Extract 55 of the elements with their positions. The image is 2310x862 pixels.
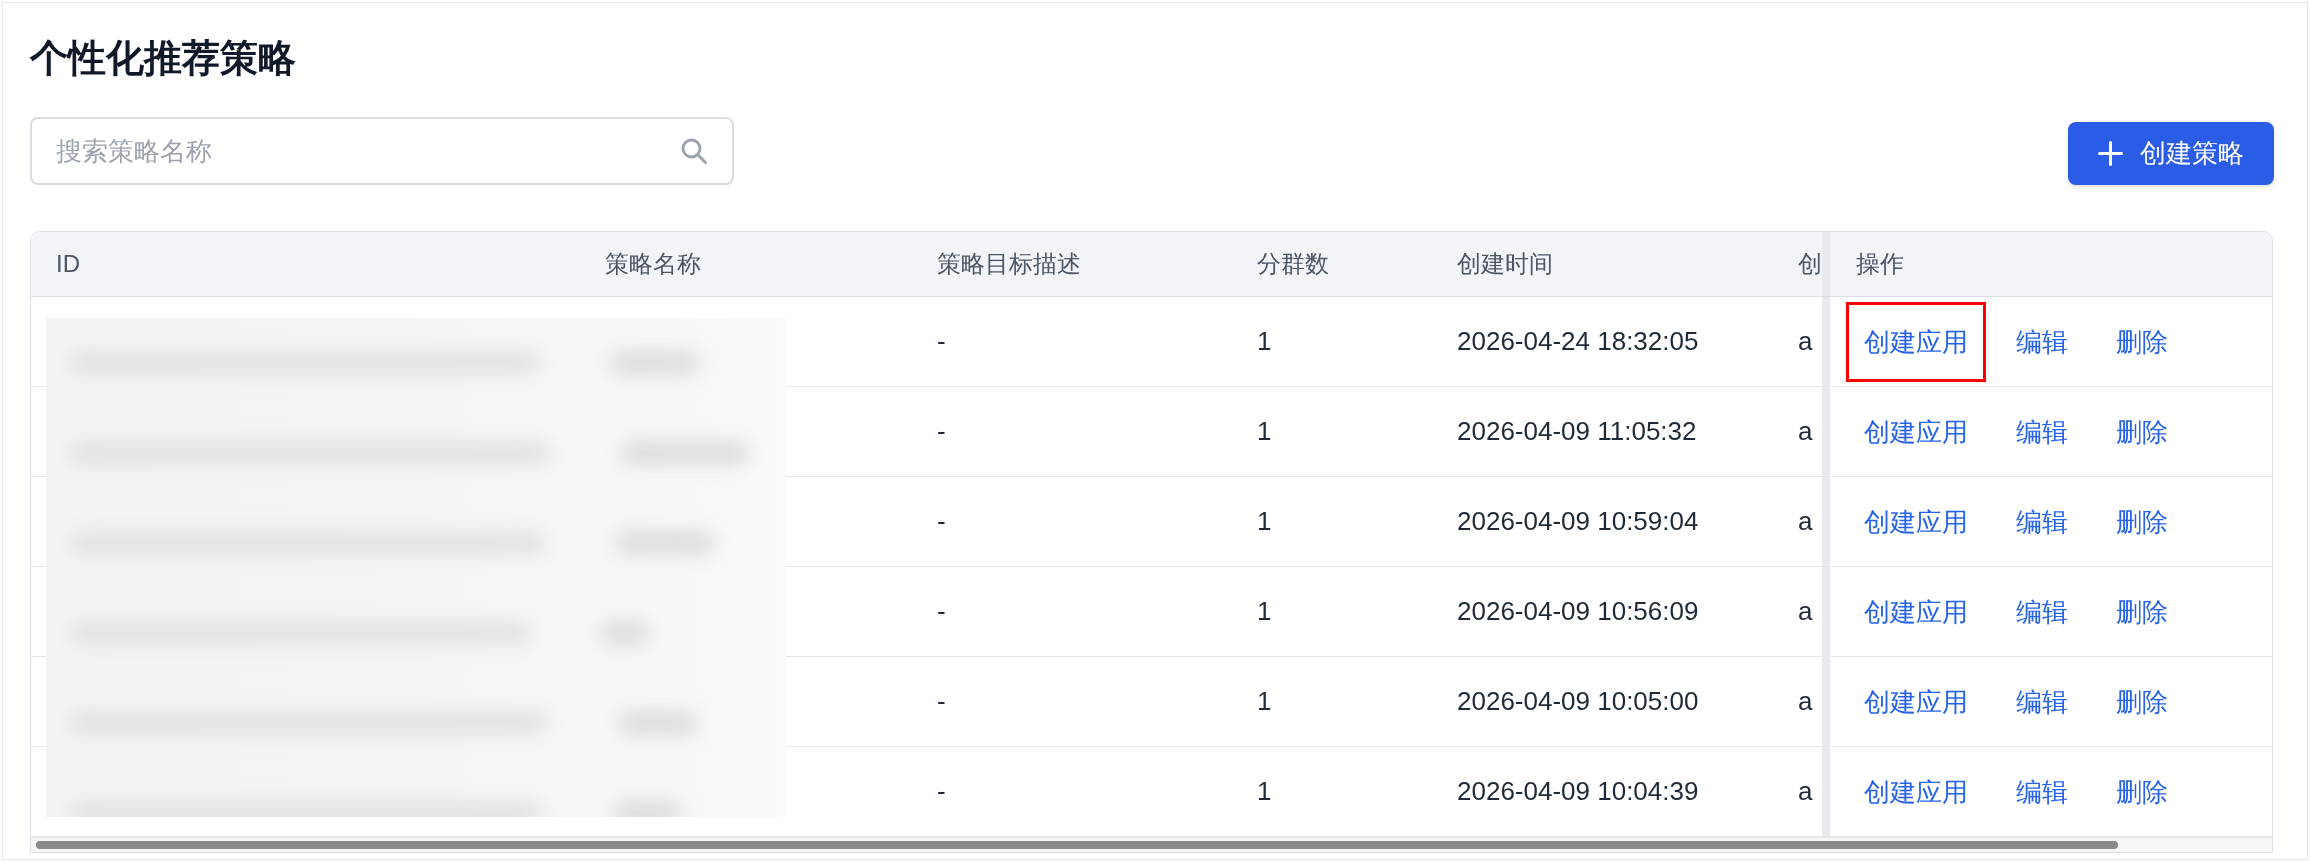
table-cell-text: a [1798,775,1813,808]
edit-link[interactable]: 编辑 [2016,414,2068,449]
edit-link[interactable]: 编辑 [2016,684,2068,719]
create-app-link[interactable]: 创建应用 [1864,774,1968,809]
column-header: 分群数 [1257,249,1329,279]
table-cell-text: a [1798,415,1813,448]
edit-link[interactable]: 编辑 [2016,774,2068,809]
column-header: ID [56,249,80,279]
search-field[interactable]: 搜索策略名称 [30,117,734,185]
table-cell-text: 2026-04-09 11:05:32 [1457,415,1697,448]
delete-link[interactable]: 删除 [2116,594,2168,629]
table-cell-text: 1 [1257,685,1272,718]
table-cell-text: - [937,685,946,718]
create-strategy-button[interactable]: 创建策略 [2068,122,2274,185]
column-header: 策略名称 [605,249,701,279]
edit-link[interactable]: 编辑 [2016,594,2068,629]
delete-link[interactable]: 删除 [2116,324,2168,359]
column-header: 操作 [1856,249,1904,279]
create-app-link[interactable]: 创建应用 [1864,504,1968,539]
table-cell-text: 2026-04-09 10:04:39 [1457,775,1699,808]
column-header: 创 [1798,249,1822,279]
table-cell-text: a [1798,595,1813,628]
table-cell-text: 2026-04-09 10:56:09 [1457,595,1699,628]
table-cell-text: 1 [1257,415,1272,448]
delete-link[interactable]: 删除 [2116,414,2168,449]
delete-link[interactable]: 删除 [2116,774,2168,809]
table-cell-text: a [1798,325,1813,358]
table-cell-text: 1 [1257,505,1272,538]
create-app-link[interactable]: 创建应用 [1864,684,1968,719]
table-cell-text: - [937,595,946,628]
table-cell-text: - [937,505,946,538]
table-cell-text: 2026-04-09 10:05:00 [1457,685,1699,718]
table-cell-text: 1 [1257,325,1272,358]
scrollbar-thumb[interactable] [36,841,2118,849]
delete-link[interactable]: 删除 [2116,504,2168,539]
edit-link[interactable]: 编辑 [2016,324,2068,359]
table-cell-text: 1 [1257,775,1272,808]
table-cell-text: 2026-04-09 10:59:04 [1457,505,1699,538]
column-header: 创建时间 [1457,249,1553,279]
create-app-link[interactable]: 创建应用 [1864,414,1968,449]
table-cell-text: 1 [1257,595,1272,628]
delete-link[interactable]: 删除 [2116,684,2168,719]
column-header: 策略目标描述 [937,249,1081,279]
table-cell-text: - [937,325,946,358]
plus-icon [2098,141,2123,166]
table-cell-text: - [937,415,946,448]
table-cell-text: a [1798,505,1813,538]
create-app-link[interactable]: 创建应用 [1864,324,1968,359]
search-icon [681,138,707,164]
edit-link[interactable]: 编辑 [2016,504,2068,539]
create-app-link[interactable]: 创建应用 [1864,594,1968,629]
page-title: 个性化推荐策略 [30,36,296,81]
table-cell-text: 2026-04-24 18:32:05 [1457,325,1699,358]
table-cell-text: - [937,775,946,808]
table-cell-text: a [1798,685,1813,718]
